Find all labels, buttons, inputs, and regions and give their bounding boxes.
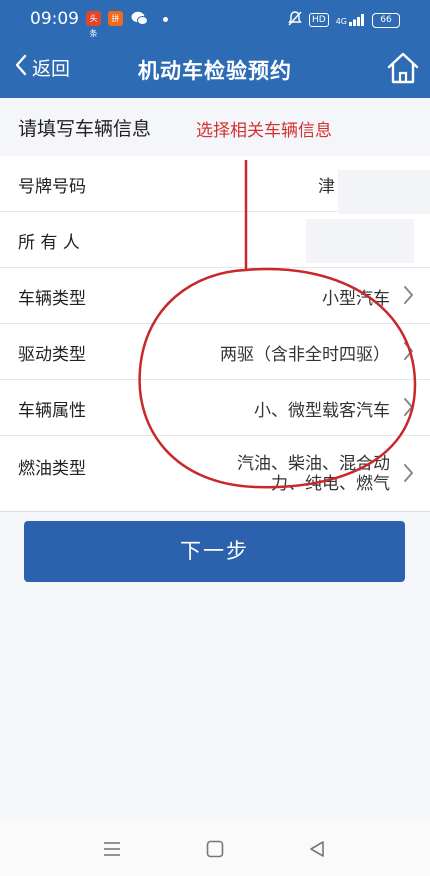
- vehicle-attribute-label: 车辆属性: [18, 401, 86, 421]
- home-icon: [387, 52, 419, 84]
- mute-bell-icon: [288, 11, 302, 29]
- owner-label: 所 有 人: [18, 233, 80, 253]
- page-title: 机动车检验预约: [138, 59, 292, 83]
- vehicle-attribute-row[interactable]: 车辆属性 小、微型载客汽车: [0, 380, 430, 436]
- status-bar: 09:09 头条 拼 HD 4G 66: [0, 0, 430, 40]
- owner-row[interactable]: 所 有 人: [0, 212, 430, 268]
- annotation-text: 选择相关车辆信息: [196, 121, 332, 141]
- plate-number-label: 号牌号码: [18, 177, 86, 197]
- chevron-right-icon: [402, 285, 414, 309]
- vehicle-form: 号牌号码 津 所 有 人 车辆类型 小型汽车 驱动类型 两驱（含非全时四驱） 车…: [0, 156, 430, 512]
- drive-type-row[interactable]: 驱动类型 两驱（含非全时四驱）: [0, 324, 430, 380]
- home-button[interactable]: [386, 50, 420, 90]
- network-type: 4G: [335, 17, 347, 26]
- chevron-right-icon: [402, 397, 414, 421]
- chevron-right-icon: [402, 341, 414, 365]
- home-square-icon[interactable]: [206, 840, 224, 862]
- vehicle-attribute-value: 小、微型载客汽车: [254, 401, 390, 421]
- plate-number-row[interactable]: 号牌号码 津: [0, 156, 430, 214]
- fuel-type-label: 燃油类型: [18, 459, 86, 479]
- fuel-type-value: 汽油、柴油、混合动 力、纯电、燃气: [237, 454, 390, 494]
- battery-icon: 66: [372, 12, 400, 28]
- wechat-icon: [131, 11, 148, 30]
- vehicle-type-value: 小型汽车: [322, 289, 390, 309]
- section-title: 请填写车辆信息: [18, 118, 152, 140]
- menu-icon[interactable]: [103, 841, 121, 861]
- section-header: 请填写车辆信息 选择相关车辆信息: [0, 98, 430, 157]
- notification-dot: [163, 17, 168, 22]
- news-app-icon: 头条: [86, 11, 101, 38]
- fuel-type-row[interactable]: 燃油类型 汽油、柴油、混合动 力、纯电、燃气: [0, 436, 430, 512]
- chevron-right-icon: [402, 463, 414, 487]
- shopping-app-icon: 拼: [108, 11, 123, 26]
- status-time: 09:09: [30, 9, 79, 29]
- vehicle-type-row[interactable]: 车辆类型 小型汽车: [0, 268, 430, 324]
- fuel-type-value-line2: 力、纯电、燃气: [271, 474, 390, 494]
- nav-bar: 返回 机动车检验预约: [0, 40, 430, 98]
- system-nav-bar: [0, 820, 430, 876]
- hd-icon: HD: [309, 13, 329, 27]
- next-step-button[interactable]: 下一步: [24, 521, 405, 582]
- plate-number-value: 津: [318, 177, 335, 197]
- signal-icon: 4G: [336, 14, 365, 26]
- redaction-block: [306, 219, 414, 263]
- back-triangle-icon[interactable]: [308, 840, 326, 862]
- drive-type-value: 两驱（含非全时四驱）: [220, 345, 390, 365]
- drive-type-label: 驱动类型: [18, 345, 86, 365]
- fuel-type-value-line1: 汽油、柴油、混合动: [237, 454, 390, 474]
- redaction-block: [338, 170, 430, 214]
- vehicle-type-label: 车辆类型: [18, 289, 86, 309]
